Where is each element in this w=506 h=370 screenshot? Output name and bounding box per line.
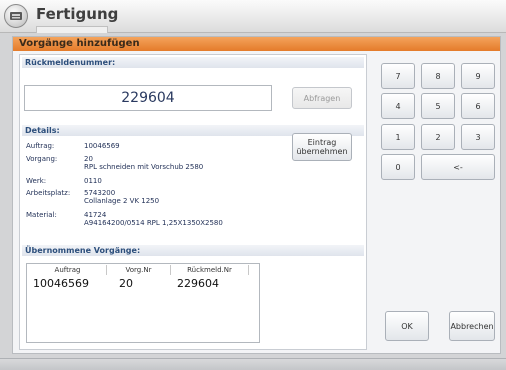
rueckmeldenummer-input[interactable]: 229604 [24,85,272,111]
key-7[interactable]: 7 [381,63,415,89]
query-button[interactable]: Abfragen [292,87,352,109]
take-entry-button-label-1: Eintrag [307,138,337,147]
take-entry-button-label-2: übernehmen [296,147,348,156]
key-5[interactable]: 5 [421,93,455,119]
title-tab [36,26,108,33]
cell-rueckmeldnr: 229604 [177,277,219,290]
key-9[interactable]: 9 [461,63,495,89]
key-4[interactable]: 4 [381,93,415,119]
column-header-auftrag[interactable]: Auftrag [29,265,107,275]
cell-auftrag: 10046569 [33,277,89,290]
detail-label: Arbeitsplatz: [26,189,71,197]
detail-value: 41724 [84,211,107,219]
key-2[interactable]: 2 [421,124,455,150]
taken-operations-list[interactable]: Auftrag Vorg.Nr Rückmeld.Nr 10046569 20 … [26,263,260,343]
detail-value: 5743200 [84,189,116,197]
detail-label: Werk: [26,177,47,185]
content-panel: Rückmeldenummer: 229604 Abfragen Details… [19,54,367,350]
detail-description: A94164200/0514 RPL 1,25X1350X2580 [84,219,223,227]
add-operations-dialog: Vorgänge hinzufügen Rückmeldenummer: 229… [12,36,501,354]
column-header-rueckmeldnr[interactable]: Rückmeld.Nr [171,265,249,275]
key-6[interactable]: 6 [461,93,495,119]
detail-description: RPL schneiden mit Vorschub 2580 [84,163,204,171]
app-menu-icon[interactable] [4,4,28,28]
detail-label: Material: [26,211,57,219]
detail-label: Vorgang: [26,155,58,163]
rueckmeldenummer-section-title: Rückmeldenummer: [22,57,364,68]
key-8[interactable]: 8 [421,63,455,89]
ok-button[interactable]: OK [385,311,429,341]
title-bar: Fertigung [0,0,506,33]
detail-value: 20 [84,155,93,163]
dialog-header: Vorgänge hinzufügen [13,37,500,51]
dialog-title: Vorgänge hinzufügen [19,38,140,49]
backspace-key[interactable]: <- [421,154,495,180]
window-title: Fertigung [36,5,119,23]
key-3[interactable]: 3 [461,124,495,150]
column-header-vorgnr[interactable]: Vorg.Nr [107,265,171,275]
take-entry-button[interactable]: Eintrag übernehmen [292,133,352,161]
detail-value: 10046569 [84,142,120,150]
key-1[interactable]: 1 [381,124,415,150]
detail-value: 0110 [84,177,102,185]
taken-operations-section-title: Übernommene Vorgänge: [22,245,364,256]
key-0[interactable]: 0 [381,154,415,180]
detail-description: Collanlage 2 VK 1250 [84,197,160,205]
status-bar [0,358,506,370]
cancel-button[interactable]: Abbrechen [449,311,495,341]
cell-vorgnr: 20 [119,277,133,290]
detail-label: Auftrag: [26,142,55,150]
